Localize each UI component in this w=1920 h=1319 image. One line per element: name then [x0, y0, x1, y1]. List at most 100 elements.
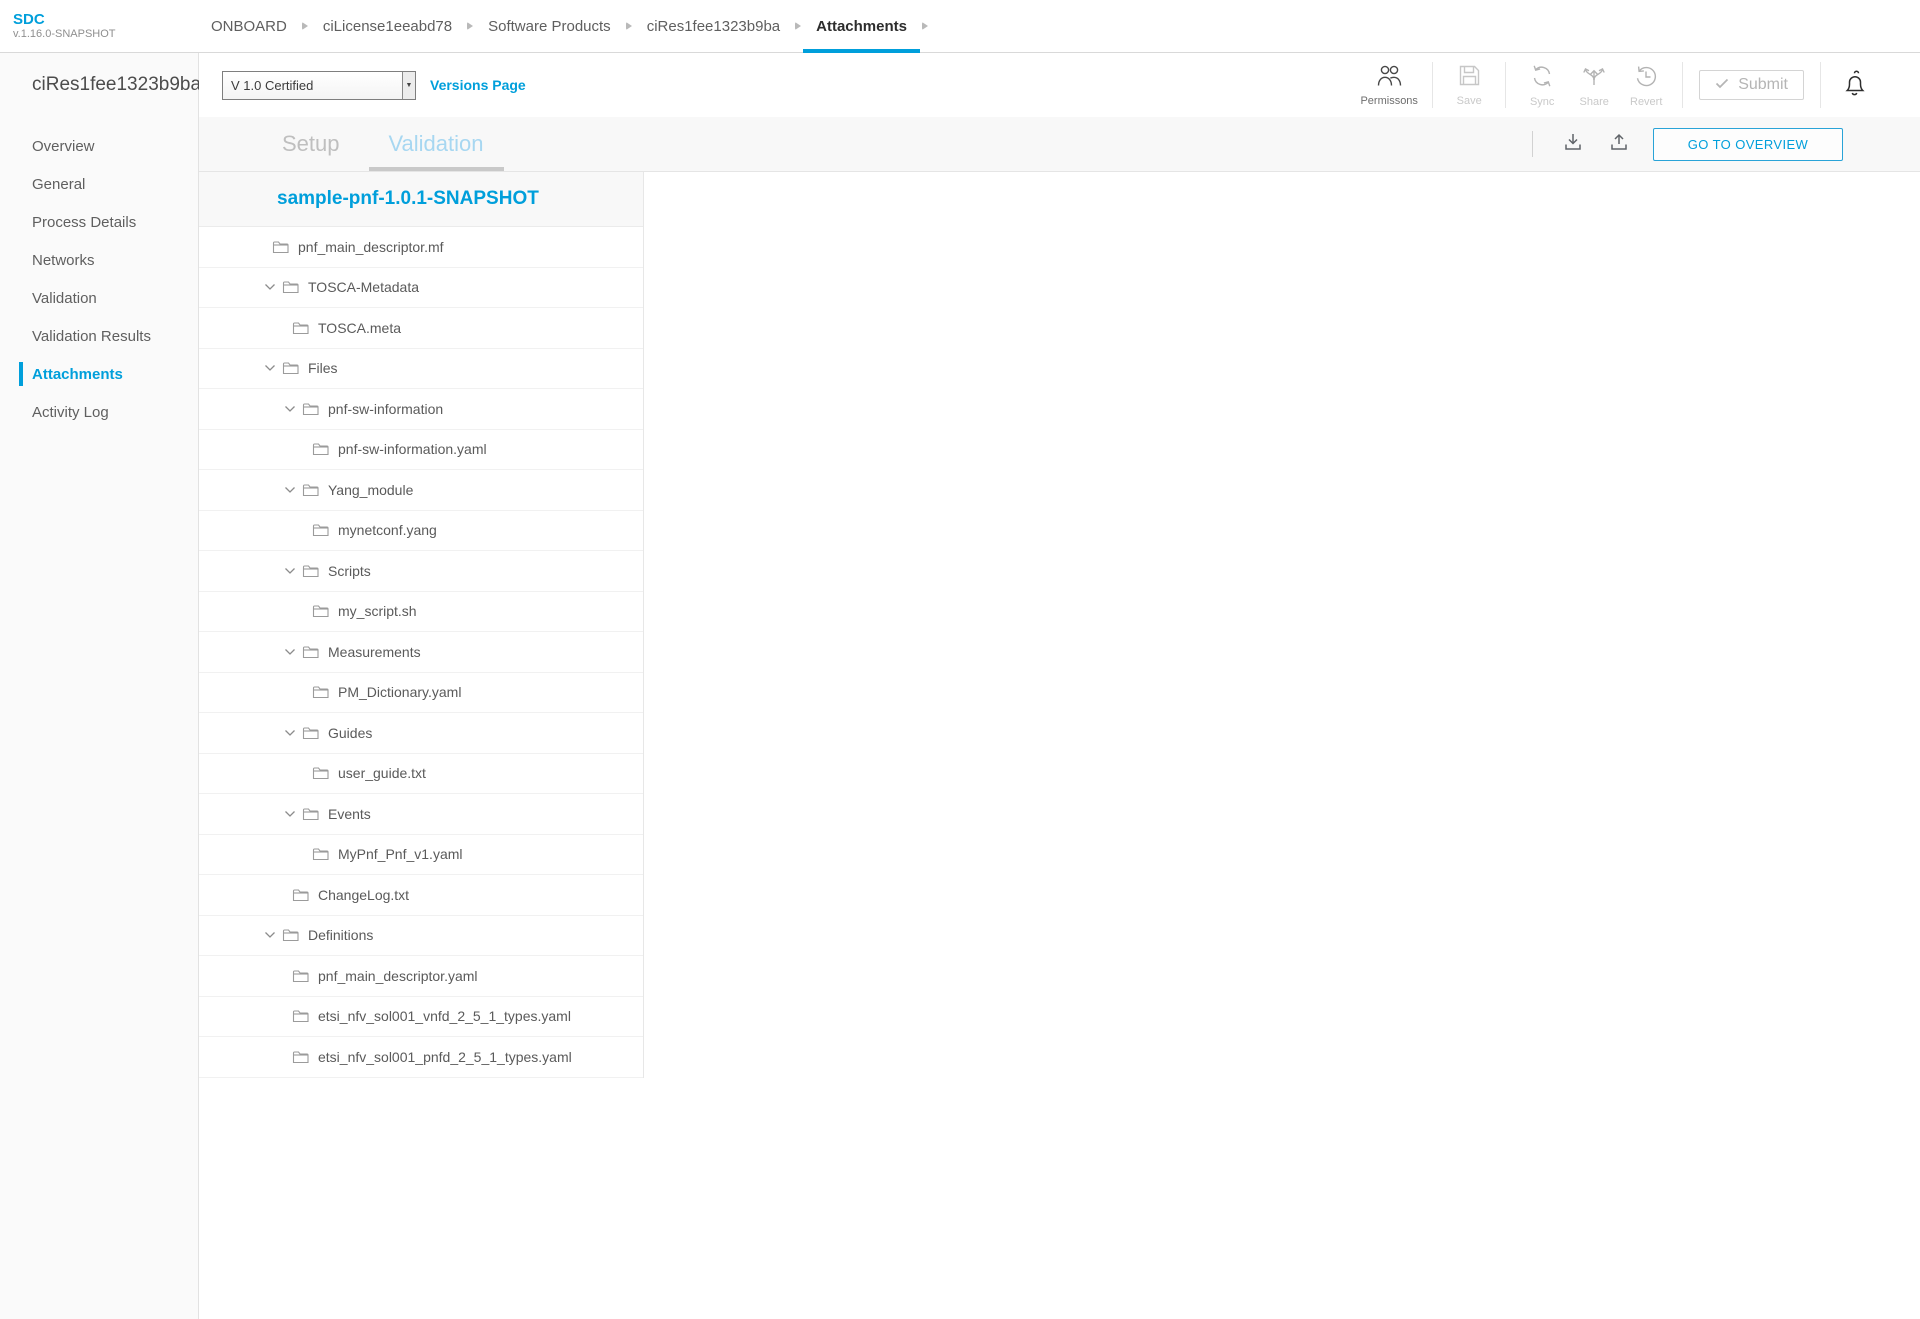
sidebar-item-validation-results[interactable]: Validation Results: [0, 317, 198, 355]
divider: [1682, 62, 1683, 108]
people-icon: [1373, 63, 1405, 93]
save-icon: [1457, 63, 1482, 93]
breadcrumb-cires1fee1323b9ba[interactable]: ciRes1fee1323b9ba: [634, 0, 793, 52]
folder-icon: [302, 645, 319, 659]
breadcrumb-cilicense1eeabd78[interactable]: ciLicense1eeabd78: [310, 0, 465, 52]
tree-node[interactable]: pnf-sw-information.yaml: [199, 430, 643, 471]
versions-page-link[interactable]: Versions Page: [430, 77, 526, 93]
permissions-label: Permissons: [1360, 95, 1417, 107]
folder-icon: [272, 240, 289, 254]
submit-button: Submit: [1699, 70, 1804, 100]
folder-icon: [302, 483, 319, 497]
tree-node-label: Scripts: [328, 563, 371, 579]
submit-label: Submit: [1738, 76, 1788, 94]
sidebar-item-networks[interactable]: Networks: [0, 241, 198, 279]
sync-button: Sync: [1516, 63, 1568, 108]
tree-node[interactable]: my_script.sh: [199, 592, 643, 633]
app-logo[interactable]: SDC v.1.16.0-SNAPSHOT: [0, 0, 198, 52]
tree-node[interactable]: Files: [199, 349, 643, 390]
chevron-down-icon[interactable]: [264, 283, 276, 291]
tree-node[interactable]: Scripts: [199, 551, 643, 592]
tree-node[interactable]: Yang_module: [199, 470, 643, 511]
chevron-down-icon[interactable]: [284, 486, 296, 494]
check-icon: [1715, 76, 1729, 94]
tree-node-label: Guides: [328, 725, 372, 741]
tree-node[interactable]: MyPnf_Pnf_v1.yaml: [199, 835, 643, 876]
sidebar-item-validation[interactable]: Validation: [0, 279, 198, 317]
notifications-button[interactable]: [1831, 69, 1877, 102]
tree-node[interactable]: user_guide.txt: [199, 754, 643, 795]
chevron-down-icon[interactable]: [284, 729, 296, 737]
tree-node[interactable]: Guides: [199, 713, 643, 754]
breadcrumb-onboard[interactable]: ONBOARD: [198, 0, 300, 52]
save-label: Save: [1457, 95, 1482, 107]
tree-node-label: pnf_main_descriptor.yaml: [318, 968, 478, 984]
tab-validation[interactable]: Validation: [369, 117, 504, 171]
save-button: Save: [1443, 63, 1495, 107]
tree-node[interactable]: etsi_nfv_sol001_vnfd_2_5_1_types.yaml: [199, 997, 643, 1038]
tree-node[interactable]: TOSCA-Metadata: [199, 268, 643, 309]
download-button[interactable]: [1558, 129, 1588, 159]
tree-node-label: user_guide.txt: [338, 765, 426, 781]
tree-node[interactable]: etsi_nfv_sol001_pnfd_2_5_1_types.yaml: [199, 1037, 643, 1078]
chevron-down-icon[interactable]: [284, 405, 296, 413]
page-title: ciRes1fee1323b9ba: [0, 53, 198, 117]
breadcrumb-attachments[interactable]: Attachments: [803, 0, 920, 52]
tab-setup[interactable]: Setup: [262, 117, 360, 171]
folder-icon: [292, 1009, 309, 1023]
permissions-button[interactable]: Permissons: [1356, 63, 1422, 107]
chevron-down-icon[interactable]: [284, 810, 296, 818]
sidebar-item-attachments[interactable]: Attachments: [0, 355, 198, 393]
tree-node[interactable]: Events: [199, 794, 643, 835]
folder-icon: [312, 604, 329, 618]
validation-content-empty: [644, 172, 1920, 1319]
attachments-tree-panel: sample-pnf-1.0.1-SNAPSHOT pnf_main_descr…: [199, 172, 644, 1078]
divider: [1505, 62, 1506, 108]
tabs-bar: SetupValidation: [199, 117, 1920, 172]
tree-node[interactable]: mynetconf.yang: [199, 511, 643, 552]
folder-icon: [292, 1050, 309, 1064]
sidebar: ciRes1fee1323b9ba OverviewGeneralProcess…: [0, 53, 199, 1319]
folder-icon: [312, 442, 329, 456]
breadcrumb: ONBOARDciLicense1eeabd78Software Product…: [198, 0, 930, 52]
divider: [1532, 131, 1533, 157]
go-to-overview-button[interactable]: GO TO OVERVIEW: [1653, 128, 1843, 161]
chevron-down-icon[interactable]: [284, 648, 296, 656]
sidebar-item-overview[interactable]: Overview: [0, 127, 198, 165]
chevron-down-icon[interactable]: [264, 931, 276, 939]
upload-button[interactable]: [1604, 129, 1634, 159]
sidebar-item-process-details[interactable]: Process Details: [0, 203, 198, 241]
sync-icon: [1529, 63, 1555, 94]
tree-node-label: my_script.sh: [338, 603, 417, 619]
folder-icon: [282, 361, 299, 375]
share-button: Share: [1568, 63, 1620, 108]
version-select[interactable]: V 1.0 Certified ▼: [222, 71, 416, 100]
package-title: sample-pnf-1.0.1-SNAPSHOT: [199, 172, 643, 227]
folder-icon: [282, 928, 299, 942]
divider: [1432, 62, 1433, 108]
chevron-right-icon: [795, 0, 801, 52]
tree-node[interactable]: TOSCA.meta: [199, 308, 643, 349]
sync-label: Sync: [1530, 96, 1554, 108]
tree-node[interactable]: pnf-sw-information: [199, 389, 643, 430]
folder-icon: [302, 564, 319, 578]
tree-node[interactable]: PM_Dictionary.yaml: [199, 673, 643, 714]
tree-node[interactable]: pnf_main_descriptor.mf: [199, 227, 643, 268]
tree-node[interactable]: ChangeLog.txt: [199, 875, 643, 916]
tree-node[interactable]: Measurements: [199, 632, 643, 673]
file-tree: pnf_main_descriptor.mfTOSCA-MetadataTOSC…: [199, 227, 643, 1078]
breadcrumb-software-products[interactable]: Software Products: [475, 0, 624, 52]
folder-icon: [292, 321, 309, 335]
chevron-right-icon: [922, 0, 928, 52]
sidebar-item-general[interactable]: General: [0, 165, 198, 203]
chevron-down-icon[interactable]: [264, 364, 276, 372]
tabs: SetupValidation: [262, 117, 513, 171]
folder-icon: [292, 969, 309, 983]
tree-node-label: ChangeLog.txt: [318, 887, 409, 903]
sidebar-nav: OverviewGeneralProcess DetailsNetworksVa…: [0, 127, 198, 431]
sidebar-item-activity-log[interactable]: Activity Log: [0, 393, 198, 431]
tree-node[interactable]: Definitions: [199, 916, 643, 957]
tree-node-label: Files: [308, 360, 338, 376]
tree-node[interactable]: pnf_main_descriptor.yaml: [199, 956, 643, 997]
chevron-down-icon[interactable]: [284, 567, 296, 575]
